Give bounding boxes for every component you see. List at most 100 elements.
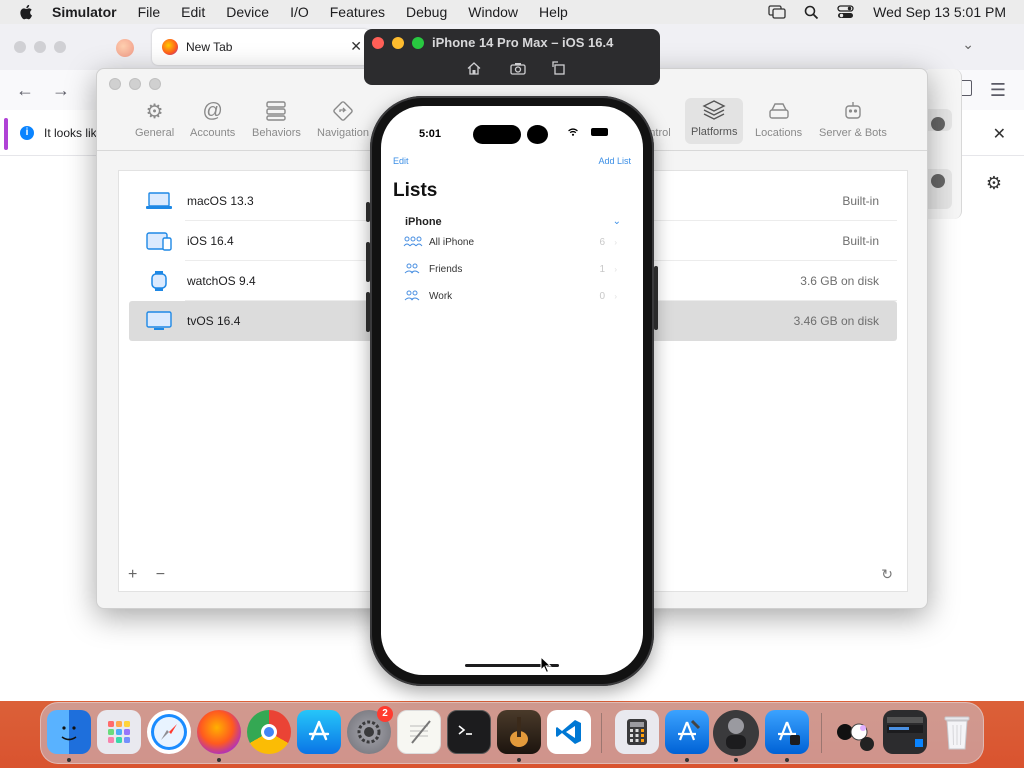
ipad-iphone-icon <box>145 230 173 252</box>
dynamic-island <box>473 125 521 144</box>
chrome-icon[interactable] <box>247 710 291 754</box>
list-item-label: Friends <box>429 263 463 275</box>
tab-accounts-label: Accounts <box>190 127 236 139</box>
screen-mirroring-icon[interactable] <box>767 4 787 20</box>
platform-status: 3.6 GB on disk <box>800 274 879 288</box>
menu-device[interactable]: Device <box>226 4 269 20</box>
close-tab-icon[interactable]: ✕ <box>350 38 362 55</box>
menu-edit[interactable]: Edit <box>181 4 205 20</box>
spotlight-search-icon[interactable] <box>801 4 821 20</box>
forward-arrow-icon[interactable]: → <box>52 80 70 101</box>
menu-help[interactable]: Help <box>539 4 568 20</box>
menu-app-simulator[interactable]: Simulator <box>52 4 117 20</box>
simulator-titlebar: iPhone 14 Pro Max – iOS 16.4 <box>364 29 660 85</box>
system-settings-icon[interactable]: 2 <box>347 706 393 754</box>
volume-up-button <box>366 242 370 282</box>
minimize-button[interactable] <box>34 41 46 53</box>
firefox-icon[interactable] <box>197 710 241 754</box>
tab-general-label: General <box>135 127 175 139</box>
menu-features[interactable]: Features <box>330 4 385 20</box>
tab-accounts[interactable]: @ Accounts <box>190 99 236 140</box>
refresh-icon[interactable]: ↻ <box>881 566 893 583</box>
page-title: Lists <box>393 180 438 201</box>
platform-name: macOS 13.3 <box>187 194 254 208</box>
hamburger-menu-icon[interactable]: ☰ <box>990 80 1006 101</box>
safari-icon[interactable] <box>147 710 191 754</box>
drive-icon <box>766 99 792 123</box>
at-icon: @ <box>202 99 223 122</box>
add-list-button[interactable]: Add List <box>598 156 631 166</box>
gear-icon: ⚙ <box>145 100 164 123</box>
control-center-icon[interactable] <box>835 4 855 20</box>
info-icon: i <box>20 126 34 140</box>
browser-tab[interactable]: New Tab ✕ <box>152 29 370 65</box>
home-icon[interactable] <box>466 60 482 76</box>
gear-icon[interactable]: ⚙ <box>986 173 1002 194</box>
simulator-icon[interactable] <box>713 710 759 756</box>
minimize-button[interactable] <box>392 37 404 49</box>
rotate-icon[interactable] <box>551 60 567 76</box>
vscode-icon[interactable] <box>547 710 591 754</box>
menu-window[interactable]: Window <box>468 4 518 20</box>
close-button[interactable] <box>109 78 121 90</box>
zoom-button[interactable] <box>412 37 424 49</box>
textedit-icon[interactable] <box>397 710 441 754</box>
laptop-icon <box>145 190 173 212</box>
tab-platforms-label: Platforms <box>691 126 738 138</box>
screenshot-stack-icon[interactable] <box>883 710 927 754</box>
chevron-right-icon: › <box>614 291 617 301</box>
chevron-down-icon[interactable]: ⌄ <box>613 216 621 227</box>
tab-locations[interactable]: Locations <box>755 99 802 139</box>
add-platform-button[interactable]: + <box>128 566 137 583</box>
remove-platform-button[interactable]: − <box>156 566 165 583</box>
dock-divider <box>601 713 602 753</box>
pinned-tab-icon[interactable] <box>116 39 134 57</box>
zoom-button[interactable] <box>149 78 161 90</box>
firefox-icon <box>162 39 178 55</box>
menu-io[interactable]: I/O <box>290 4 309 20</box>
garageband-icon[interactable] <box>497 710 541 754</box>
tab-locations-label: Locations <box>755 127 803 139</box>
zoom-button[interactable] <box>54 41 66 53</box>
tab-behaviors-label: Behaviors <box>252 127 301 139</box>
tab-general[interactable]: ⚙ General <box>135 99 175 140</box>
menu-file[interactable]: File <box>138 4 161 20</box>
tab-navigation-label: Navigation <box>317 127 369 139</box>
dock-divider <box>821 713 822 753</box>
menu-debug[interactable]: Debug <box>406 4 447 20</box>
navigation-icon <box>330 99 356 123</box>
screenshot-icon[interactable] <box>510 60 526 76</box>
magnifier-icon <box>931 117 945 131</box>
close-button[interactable] <box>372 37 384 49</box>
tab-platforms[interactable]: Platforms <box>685 98 744 144</box>
minimize-button[interactable] <box>129 78 141 90</box>
platform-status: 3.46 GB on disk <box>793 314 879 328</box>
menu-clock[interactable]: Wed Sep 13 5:01 PM <box>873 4 1006 20</box>
browser-traffic-lights <box>14 41 74 53</box>
list-item[interactable]: Friends 1 › <box>403 256 623 282</box>
section-header-iphone[interactable]: iPhone <box>405 216 442 228</box>
close-notice-icon[interactable]: ✕ <box>993 124 1006 144</box>
list-tabs-chevron-icon[interactable]: ⌄ <box>962 36 974 53</box>
launchpad-icon[interactable] <box>97 710 141 754</box>
calculator-icon[interactable] <box>615 710 659 754</box>
edit-button[interactable]: Edit <box>393 156 409 166</box>
tab-behaviors[interactable]: Behaviors <box>252 99 301 139</box>
watch-icon <box>145 270 173 292</box>
app-store-icon[interactable] <box>297 710 341 754</box>
tab-server-bots[interactable]: Server & Bots <box>819 99 887 139</box>
trash-icon[interactable] <box>935 710 979 754</box>
back-arrow-icon[interactable]: ← <box>16 80 34 101</box>
list-item[interactable]: All iPhone 6 › <box>403 229 623 255</box>
apple-menu-icon[interactable] <box>18 3 36 21</box>
tab-navigation[interactable]: Navigation <box>317 99 369 139</box>
terminal-icon[interactable] <box>447 710 491 754</box>
recent-documents-stack-icon[interactable] <box>833 710 877 754</box>
close-button[interactable] <box>14 41 26 53</box>
simulator-title: iPhone 14 Pro Max – iOS 16.4 <box>432 35 614 50</box>
list-item[interactable]: Work 0 › <box>403 283 623 309</box>
finder-icon[interactable] <box>47 710 91 754</box>
instruments-icon[interactable] <box>765 710 809 754</box>
platform-name: watchOS 9.4 <box>187 274 256 288</box>
xcode-icon[interactable] <box>665 710 709 754</box>
